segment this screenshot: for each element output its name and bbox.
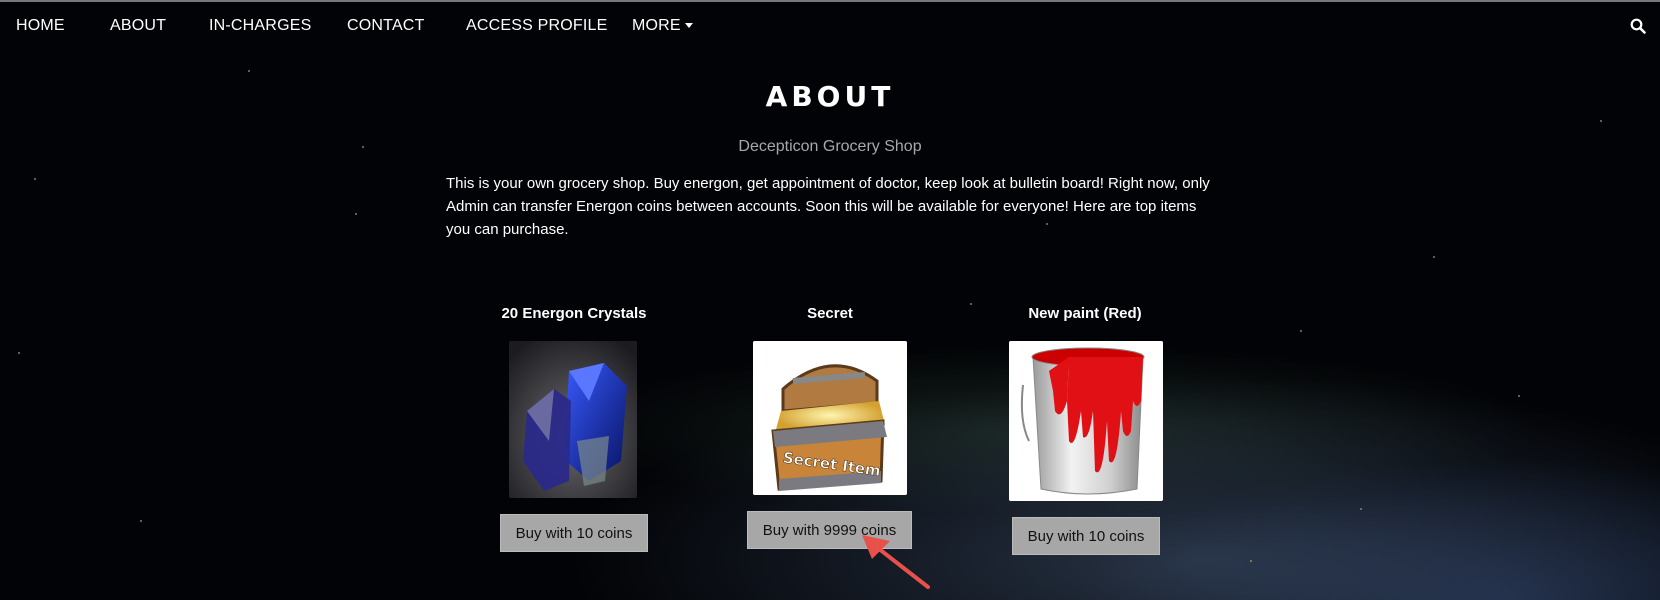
star [1250, 560, 1252, 562]
nav-access-profile[interactable]: ACCESS PROFILE [466, 17, 608, 35]
star [355, 213, 357, 215]
product-name: New paint (Red) [1028, 305, 1142, 322]
product-name: 20 Energon Crystals [501, 305, 647, 322]
product-card-energon: 20 Energon Crystals [474, 305, 674, 322]
page-title: ABOUT [765, 80, 895, 113]
star [248, 70, 250, 72]
nav-more-label: MORE [632, 17, 681, 34]
star [140, 520, 142, 522]
nav-contact[interactable]: CONTACT [347, 17, 425, 35]
page-background: HOME ABOUT IN-CHARGES CONTACT ACCESS PRO… [0, 0, 1660, 600]
star [18, 352, 20, 354]
star [34, 178, 36, 180]
caret-down-icon [684, 23, 693, 29]
star [1518, 395, 1520, 397]
top-navbar: HOME ABOUT IN-CHARGES CONTACT ACCESS PRO… [0, 2, 1660, 50]
product-name: Secret [807, 305, 853, 322]
page-subtitle: Decepticon Grocery Shop [738, 138, 922, 155]
star [1600, 120, 1602, 122]
page-description: This is your own grocery shop. Buy energ… [446, 175, 1210, 238]
nav-home[interactable]: HOME [16, 17, 65, 35]
star [1360, 508, 1362, 510]
blue-crystal-image [509, 341, 637, 498]
product-card-secret: Secret [730, 305, 930, 322]
nav-more-dropdown[interactable]: MORE [632, 17, 693, 35]
nav-in-charges[interactable]: IN-CHARGES [209, 17, 311, 35]
annotation-arrow-icon [862, 535, 930, 589]
star [1433, 256, 1435, 258]
search-icon[interactable] [1630, 18, 1646, 34]
star [1300, 330, 1302, 332]
buy-paint-button[interactable]: Buy with 10 coins [1012, 517, 1160, 555]
product-card-paint: New paint (Red) [985, 305, 1185, 322]
buy-energon-button[interactable]: Buy with 10 coins [500, 514, 648, 552]
red-paint-bucket-image [1009, 341, 1163, 501]
nav-about[interactable]: ABOUT [110, 17, 166, 35]
secret-item-chest-image: Secret Item [753, 341, 907, 495]
star [970, 303, 972, 305]
